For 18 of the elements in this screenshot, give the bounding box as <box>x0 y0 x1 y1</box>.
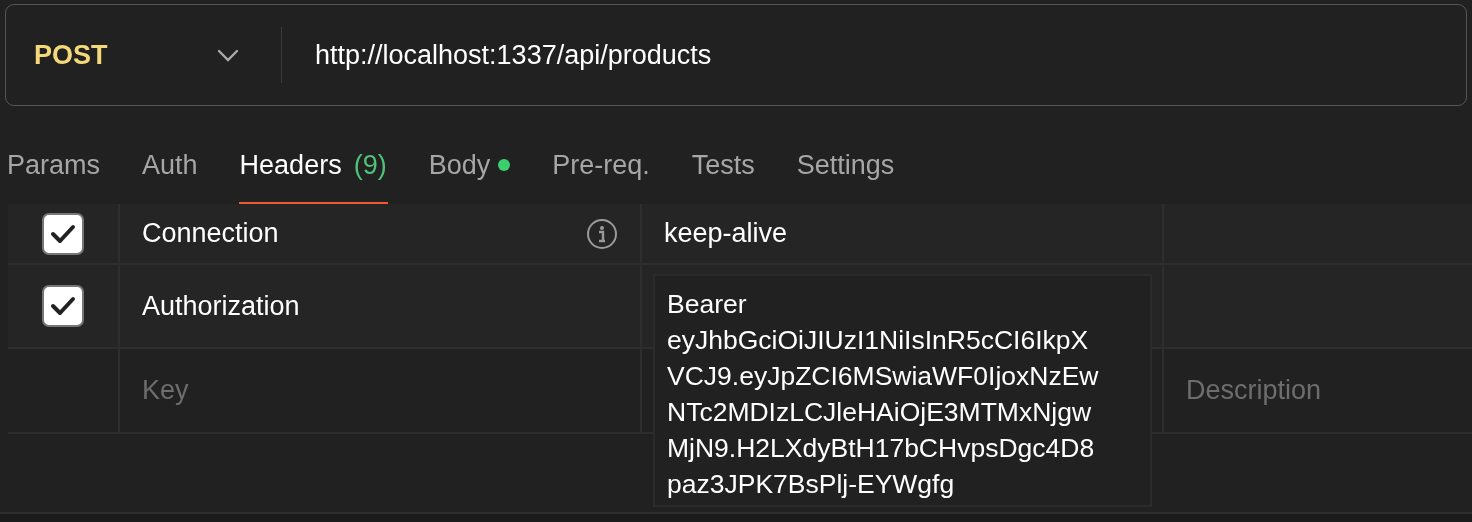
method-dropdown[interactable]: POST <box>6 5 281 105</box>
tab[interactable]: Body <box>427 128 512 204</box>
header-key: Connection <box>142 218 586 249</box>
chevron-down-icon <box>217 48 239 62</box>
value-editor[interactable]: Bearer eyJhbGciOiJIUzI1NiIsInR5cCI6IkpXVCJ9.eyJpZCI6MSwiaWF0IjoxNzEwNTc2MDIzLCJleHAiOjE3MTMxNjgwMjN9.H2LXdyBtH17bCHvpsDgc4D8paz3JPK7BsPlj-EYWgfg <box>653 274 1152 507</box>
checkbox[interactable] <box>42 285 84 327</box>
header-value: keep-alive <box>664 218 788 249</box>
tab[interactable]: Params <box>6 128 102 204</box>
check-icon <box>50 295 76 317</box>
tab[interactable]: Settings <box>795 128 896 204</box>
info-icon[interactable] <box>586 217 618 250</box>
check-icon <box>50 222 76 245</box>
tab[interactable]: Pre-req. <box>551 128 651 204</box>
header-key: Authorization <box>142 290 618 322</box>
url-field[interactable]: http://localhost:1337/api/products <box>282 39 1466 71</box>
tab[interactable]: Tests <box>690 128 756 204</box>
checkbox[interactable] <box>42 212 84 255</box>
tab[interactable]: Auth <box>141 128 199 204</box>
